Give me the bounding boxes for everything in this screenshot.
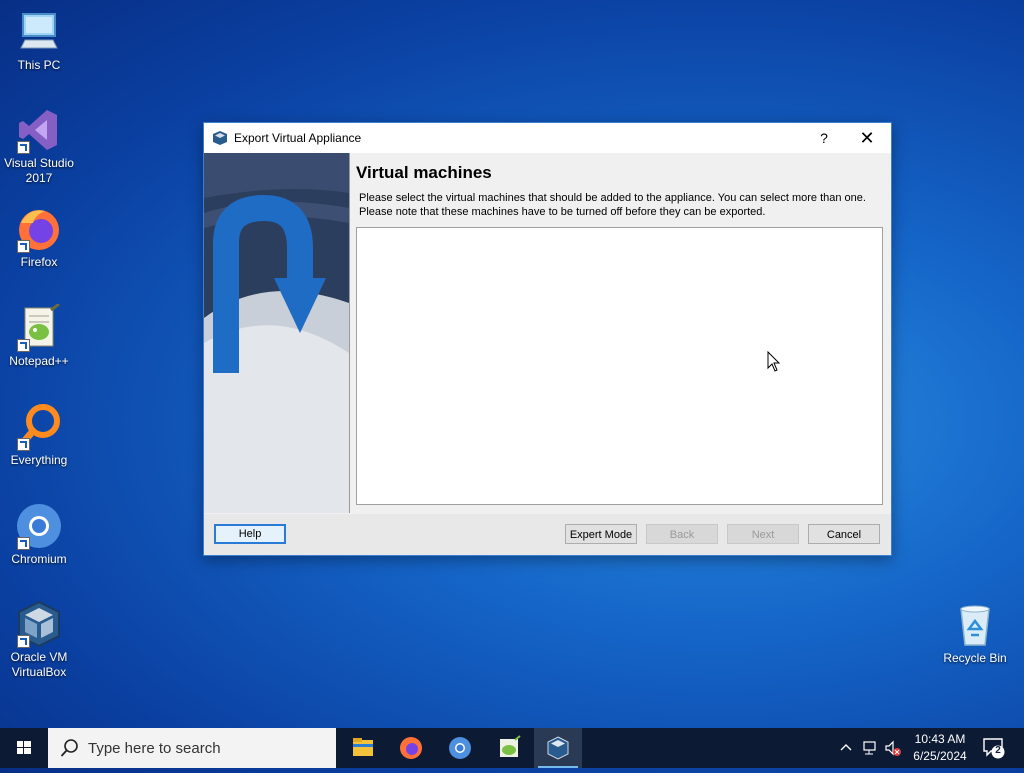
taskbar-clock[interactable]: 10:43 AM 6/25/2024 xyxy=(900,731,980,765)
shortcut-arrow-icon xyxy=(17,537,30,550)
notification-count: 2 xyxy=(995,745,1001,756)
shortcut-arrow-icon xyxy=(17,635,30,648)
desktop-icon-label: Notepad++ xyxy=(9,354,69,368)
dialog-title: Export Virtual Appliance xyxy=(234,131,362,145)
page-description: Please select the virtual machines that … xyxy=(359,191,879,219)
desktop-icon-label: Chromium xyxy=(11,552,67,566)
clock-date: 6/25/2024 xyxy=(913,749,967,763)
recycle-bin-icon xyxy=(951,601,999,649)
this-pc-icon xyxy=(15,8,63,56)
taskbar-virtualbox[interactable] xyxy=(534,728,582,768)
desktop-icon-firefox[interactable]: Firefox xyxy=(0,205,78,270)
context-help-button[interactable]: ? xyxy=(804,123,844,153)
everything-search-icon xyxy=(15,403,63,451)
description-line: Please select the virtual machines that … xyxy=(359,192,866,204)
help-button[interactable]: Help xyxy=(214,524,286,544)
desktop-icon-this-pc[interactable]: This PC xyxy=(0,8,78,73)
shortcut-arrow-icon xyxy=(17,240,30,253)
desktop-icon-label: Recycle Bin xyxy=(943,651,1007,665)
desktop-icon-label: Oracle VM VirtualBox xyxy=(10,650,68,679)
desktop-icon-chromium[interactable]: Chromium xyxy=(0,502,78,567)
firefox-icon xyxy=(400,737,422,759)
chromium-icon xyxy=(449,737,471,759)
mouse-pointer-icon xyxy=(767,350,781,378)
virtualbox-icon xyxy=(212,130,228,146)
desktop-icon-virtualbox[interactable]: Oracle VM VirtualBox xyxy=(0,600,78,680)
desktop-icon-label: This PC xyxy=(17,58,61,72)
expert-mode-button[interactable]: Expert Mode xyxy=(565,524,637,544)
desktop-icon-notepad-plus-plus[interactable]: Notepad++ xyxy=(0,302,78,369)
shortcut-arrow-icon xyxy=(17,438,30,451)
wizard-page: Virtual machines Please select the virtu… xyxy=(349,153,891,513)
file-explorer-icon xyxy=(353,738,373,756)
show-hidden-icons-chevron-icon[interactable] xyxy=(839,740,853,759)
close-button[interactable]: ✕ xyxy=(844,123,890,153)
virtualbox-icon xyxy=(15,600,63,648)
search-icon xyxy=(60,738,80,763)
shortcut-arrow-icon xyxy=(17,339,30,352)
desktop-icon-label: Firefox xyxy=(20,255,58,269)
visual-studio-icon xyxy=(15,106,63,154)
windows-logo-icon xyxy=(17,741,31,754)
desktop-icon-recycle-bin[interactable]: Recycle Bin xyxy=(936,601,1014,666)
virtual-machines-list[interactable] xyxy=(356,227,883,505)
search-placeholder: Type here to search xyxy=(88,740,221,757)
taskbar-file-explorer[interactable] xyxy=(339,728,387,768)
desktop-icon-visual-studio[interactable]: Visual Studio 2017 xyxy=(0,106,78,186)
cancel-button[interactable]: Cancel xyxy=(808,524,880,544)
wizard-side-image xyxy=(204,153,349,513)
taskbar-chromium[interactable] xyxy=(436,728,484,768)
export-appliance-dialog: Export Virtual Appliance ? ✕ Virtual mac… xyxy=(203,122,892,556)
taskbar-firefox[interactable] xyxy=(387,728,435,768)
notepad-plus-plus-icon xyxy=(15,302,63,352)
virtualbox-icon xyxy=(547,736,569,760)
chromium-icon xyxy=(15,502,63,550)
firefox-icon xyxy=(15,205,63,253)
system-tray xyxy=(836,728,901,768)
clock-time: 10:43 AM xyxy=(914,732,966,746)
start-button[interactable] xyxy=(0,728,48,768)
notepad-plus-plus-icon xyxy=(500,735,521,757)
desktop-icon-label: Visual Studio 2017 xyxy=(4,156,74,185)
taskbar: Type here to search 10:43 AM 6/25/2024 2 xyxy=(0,728,1024,768)
description-line: Please note that these machines have to … xyxy=(359,206,766,218)
next-button[interactable]: Next xyxy=(727,524,799,544)
button-bar: Help Expert Mode Back Next Cancel xyxy=(204,514,891,555)
action-center-button[interactable]: 2 xyxy=(982,736,1006,765)
back-button[interactable]: Back xyxy=(646,524,718,544)
network-icon[interactable] xyxy=(862,739,880,762)
desktop-icon-label: Everything xyxy=(10,453,68,467)
taskbar-notepad-plus-plus[interactable] xyxy=(485,728,533,768)
page-title: Virtual machines xyxy=(356,163,492,182)
desktop-icon-everything[interactable]: Everything xyxy=(0,403,78,468)
shortcut-arrow-icon xyxy=(17,141,30,154)
dialog-titlebar[interactable]: Export Virtual Appliance ? ✕ xyxy=(204,123,891,153)
taskbar-search-box[interactable]: Type here to search xyxy=(48,728,336,768)
